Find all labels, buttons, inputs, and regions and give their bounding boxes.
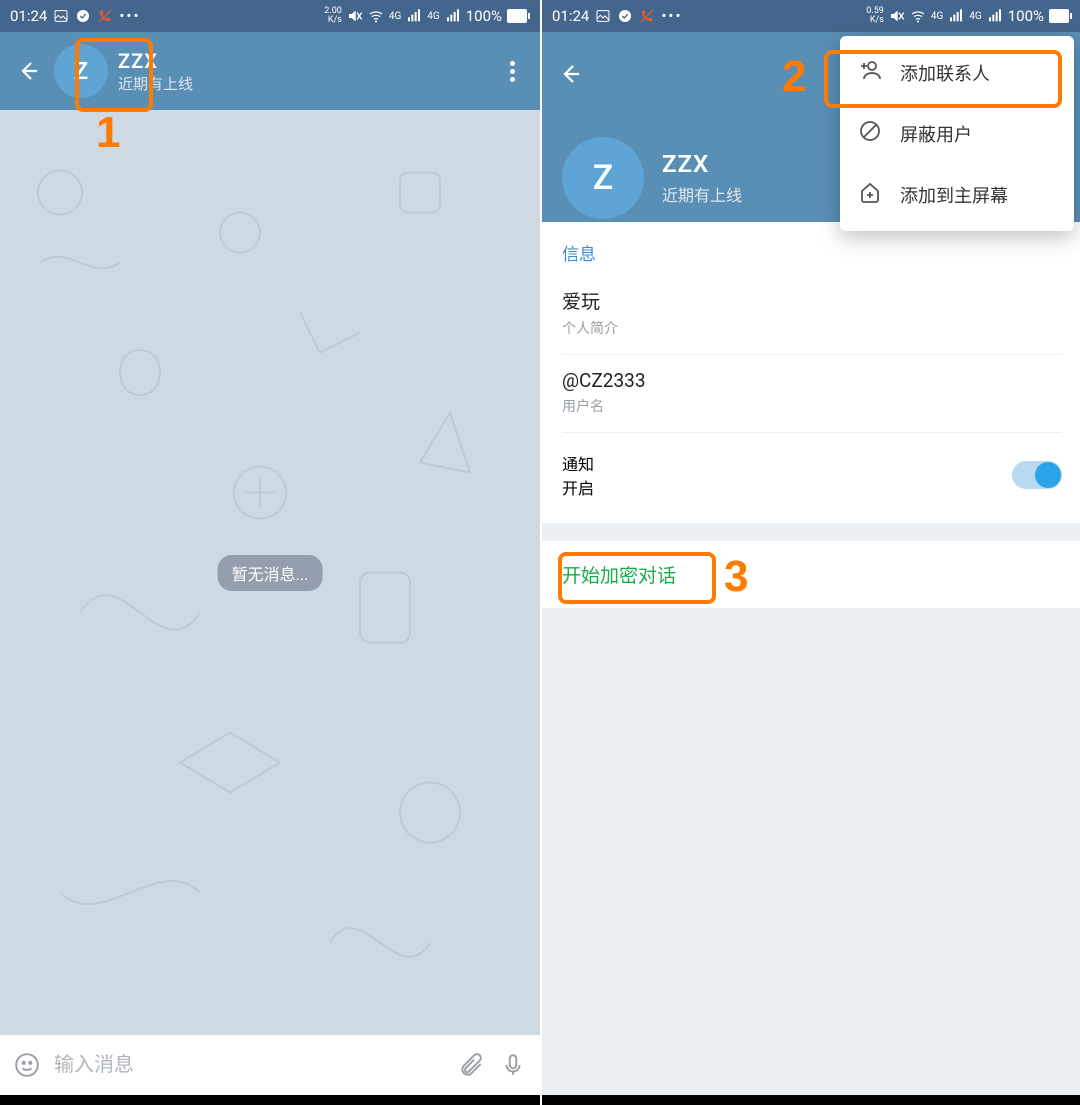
image-icon <box>595 8 611 24</box>
annotation-number-3: 3 <box>724 552 748 602</box>
network-speed: 2.00K/s <box>324 7 342 25</box>
mute-icon <box>889 8 905 24</box>
profile-name: ZZX <box>662 150 742 178</box>
net-4g-1: 4G <box>389 11 401 22</box>
no-messages-pill: 暂无消息... <box>218 555 323 591</box>
battery-icon <box>507 9 530 23</box>
divider <box>562 354 1062 355</box>
vertical-dots-icon <box>510 61 515 82</box>
check-icon <box>75 8 91 24</box>
chat-body[interactable]: 暂无消息... <box>0 110 540 1035</box>
chat-name: ZZX <box>118 49 193 73</box>
call-blocked-icon <box>639 8 655 24</box>
more-notifications-icon: ••• <box>119 7 140 25</box>
add-contact-icon <box>858 58 882 87</box>
annotation-number-1: 1 <box>96 108 120 158</box>
annotation-number-2: 2 <box>782 52 806 102</box>
signal-icon-2 <box>987 8 1003 24</box>
menu-block-user-label: 屏蔽用户 <box>900 121 972 147</box>
mute-icon <box>347 8 363 24</box>
chat-title-block[interactable]: ZZX 近期有上线 <box>118 49 193 93</box>
wifi-icon <box>910 8 926 24</box>
network-speed: 0.59K/s <box>866 7 884 25</box>
notifications-toggle[interactable] <box>1012 461 1062 489</box>
username-row[interactable]: @CZ2333 用户名 <box>562 361 1062 432</box>
menu-add-contact-label: 添加联系人 <box>900 60 990 86</box>
more-notifications-icon: ••• <box>661 7 682 25</box>
bio-label: 个人简介 <box>562 318 1062 338</box>
profile-body[interactable]: 信息 爱玩 个人简介 @CZ2333 用户名 通知 开启 <box>542 222 1080 1095</box>
back-button[interactable] <box>8 51 48 91</box>
android-nav-bar <box>0 1095 540 1105</box>
username-label: 用户名 <box>562 396 1062 416</box>
profile-title-block: ZZX 近期有上线 <box>662 150 742 206</box>
menu-add-contact[interactable]: 添加联系人 <box>840 42 1074 103</box>
more-menu-button[interactable] <box>492 51 532 91</box>
bio-value: 爱玩 <box>562 287 1062 314</box>
android-nav-bar <box>542 1095 1080 1105</box>
status-bar: 01:24 ••• 2.00K/s 4G 4G 100% <box>0 0 540 32</box>
battery-percent: 100% <box>466 7 502 25</box>
image-icon <box>53 8 69 24</box>
phone-screenshot-chat: 01:24 ••• 2.00K/s 4G 4G 100% <box>0 0 540 1105</box>
net-4g-2: 4G <box>427 11 439 22</box>
message-input[interactable] <box>52 1053 446 1078</box>
chat-avatar[interactable]: Z <box>54 44 108 98</box>
net-4g-2: 4G <box>969 11 981 22</box>
profile-status: 近期有上线 <box>662 182 742 206</box>
status-bar: 01:24 ••• 0.59K/s 4G 4G 100% <box>542 0 1080 32</box>
chat-app-bar: Z ZZX 近期有上线 <box>0 32 540 110</box>
notifications-row[interactable]: 通知 开启 <box>562 439 1062 517</box>
net-4g-1: 4G <box>931 11 943 22</box>
battery-icon <box>1049 9 1072 23</box>
info-section-title: 信息 <box>562 240 1062 265</box>
tutorial-composite: 01:24 ••• 2.00K/s 4G 4G 100% <box>0 0 1080 1105</box>
username-value: @CZ2333 <box>562 369 1062 392</box>
attach-button[interactable] <box>454 1048 488 1082</box>
emoji-button[interactable] <box>10 1048 44 1082</box>
bio-row[interactable]: 爱玩 个人简介 <box>562 279 1062 354</box>
block-icon <box>858 119 882 148</box>
clock: 01:24 <box>10 7 47 25</box>
mic-button[interactable] <box>496 1048 530 1082</box>
call-blocked-icon <box>97 8 113 24</box>
notif-title: 通知 <box>562 451 594 475</box>
phone-screenshot-profile: 01:24 ••• 0.59K/s 4G 4G 100% <box>540 0 1080 1105</box>
start-secret-chat-button[interactable]: 开始加密对话 <box>562 561 1062 588</box>
back-button[interactable] <box>550 54 590 94</box>
message-input-bar <box>0 1035 540 1095</box>
check-icon <box>617 8 633 24</box>
notif-state: 开启 <box>562 475 594 499</box>
home-add-icon <box>858 180 882 209</box>
menu-add-home-label: 添加到主屏幕 <box>900 182 1008 208</box>
menu-add-home[interactable]: 添加到主屏幕 <box>840 164 1074 225</box>
wifi-icon <box>368 8 384 24</box>
signal-icon-1 <box>406 8 422 24</box>
clock: 01:24 <box>552 7 589 25</box>
chat-status: 近期有上线 <box>118 75 193 93</box>
avatar-letter: Z <box>74 57 88 85</box>
overflow-menu: 添加联系人 屏蔽用户 添加到主屏幕 <box>840 36 1074 231</box>
battery-percent: 100% <box>1008 7 1044 25</box>
signal-icon-1 <box>948 8 964 24</box>
signal-icon-2 <box>445 8 461 24</box>
profile-avatar[interactable]: Z <box>562 137 644 219</box>
avatar-letter: Z <box>593 158 614 198</box>
actions-card: 开始加密对话 <box>542 541 1080 608</box>
menu-block-user[interactable]: 屏蔽用户 <box>840 103 1074 164</box>
info-card: 信息 爱玩 个人简介 @CZ2333 用户名 通知 开启 <box>542 222 1080 523</box>
divider <box>562 432 1062 433</box>
